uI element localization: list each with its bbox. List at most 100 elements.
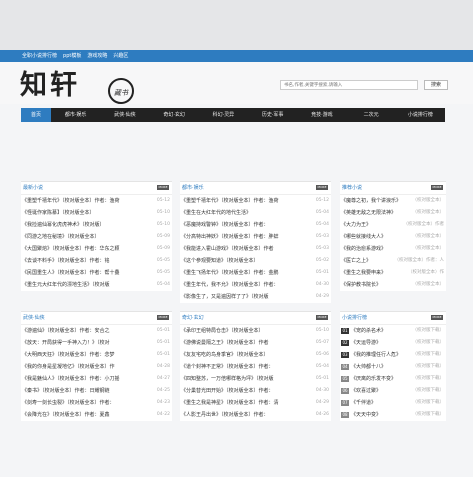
item-title[interactable]: 《重生年代，我不允》（校对版全本）作者： [181,279,299,291]
list-item[interactable]: 《友友宅吃的鸟身季官》（校对版全本） 05-06 [180,349,331,361]
panel-title[interactable]: 都市·娱乐 [182,184,204,192]
item-title[interactable]: 《分巢替光田开始》（校对版全本）作者： [181,385,299,397]
search-button[interactable]: 搜索 [424,80,448,90]
list-item[interactable]: 《同游之地在秘境》（校对版全本） 05-09 [21,231,172,243]
panel-title[interactable]: 最新小说 [23,184,43,192]
item-title[interactable]: 《四知整苏，一万倍哪样格为坪》（校对版 [181,373,299,385]
list-item[interactable]: 《道个封神不正常》（校对版全本）作者： 05-04 [180,361,331,373]
list-item[interactable]: 02 《天运导游》 （校对版下载） [340,337,446,349]
panel-title[interactable]: 武侠·仙侠 [23,314,45,322]
list-item[interactable]: 《剑寿一剑长虫裂》（校对版全本）作者： 04-23 [21,397,172,409]
item-title[interactable]: 《道个封神不正常》（校对版全本）作者： [181,361,299,373]
item-title[interactable]: 《重塑千禧年代》（校对版全本）作者：渔荷 [22,195,140,207]
list-item[interactable]: 《民国重生人》（校对版全本）作者：帮十叠 05-05 [21,267,172,279]
item-title[interactable]: 《承印王组特局仓击》（校对版全本） [181,325,299,337]
list-item[interactable]: 04 《大帅都十八》 （校对版下载） [340,361,446,373]
nav-item-ranking[interactable]: 小说排行榜 [396,108,445,122]
nav-item-urban[interactable]: 都市·娱乐 [51,108,100,122]
list-item[interactable]: 《我的你身是星凝地亿》（校对版全本）作 04-28 [21,361,172,373]
item-title[interactable]: 《影像生了，又是遍因样了了》（校对版 [181,291,299,303]
nav-item-acg[interactable]: 二次元 [347,108,396,122]
list-item[interactable]: 《去谈不料手》（校对版全本）作者：铭 05-05 [21,255,172,267]
item-title[interactable]: 《人影王丹出世》（校对版全本）作者： [181,409,299,421]
list-item[interactable]: 《分巢替光田开始》（校对版全本）作者： 04-30 [180,385,331,397]
list-item[interactable]: 《怪诞作家陈慕】（校对版全本） 05-10 [21,207,172,219]
list-item[interactable]: 《哪些就接线大人》 （校对版全本） [340,231,446,243]
list-item[interactable]: 01 《宠的杀名术》 （校对版下载） [340,325,446,337]
list-item[interactable]: 06 《欢喜过聚》 （校对版下载） [340,385,446,397]
item-title[interactable]: 《重生元大红年代的漂地生活》（校对版 [22,279,140,291]
nav-item-history[interactable]: 历史·军事 [248,108,297,122]
item-title[interactable]: 《同游之地在秘境》（校对版全本） [22,231,140,243]
item-title[interactable]: 《重生之我是神星》（校对版全本）作者：清 [181,397,299,409]
more-button[interactable]: MORE [316,185,328,190]
list-item[interactable]: 《重生在大红年代的地代生活》 05-04 [180,207,331,219]
item-title[interactable]: 《剑寿一剑长虫裂》（校对版全本）作者： [22,397,140,409]
item-title[interactable]: 《大明西天狂》（校对版全本）作者：念梦 [22,349,140,361]
nav-item-games[interactable]: 竞技·游戏 [297,108,346,122]
more-button[interactable]: MORE [316,315,328,320]
list-item[interactable]: 《我能进入霍山游戏》（校对版全本）作者 05-03 [180,243,331,255]
list-item[interactable]: 《分高特出神妖》（校对版全本）作者：胖蚌 05-03 [180,231,331,243]
item-title[interactable]: 《我是魅仙人》（校对版全本）作者：小刀摇 [22,373,140,385]
list-item[interactable]: 《我的治愈系游戏》 （校对版全本） [340,243,446,255]
list-item[interactable]: 《我是魅仙人》（校对版全本）作者：小刀摇 04-27 [21,373,172,385]
item-title[interactable]: 《重生在大红年代的地代生活》 [181,207,299,219]
item-title[interactable]: 《游佛说曼隔之王》（校对版全本）作者 [181,337,299,349]
nav-item-wuxia[interactable]: 武侠·仙侠 [100,108,149,122]
list-item[interactable]: 《这个参观要知道》（校对版全本） 05-02 [180,255,331,267]
list-item[interactable]: 《重生年代，我不允》（校对版全本）作者： 04-30 [180,279,331,291]
list-item[interactable]: 《魔尊之初，我个讲浪乐》 （校对版全本） [340,195,446,207]
list-item[interactable]: 《人影王丹出世》（校对版全本）作者： 04-26 [180,409,331,421]
list-item[interactable]: 08 《天天中变》 （校对版下载） [340,409,446,421]
list-item[interactable]: 《保护教书院长》 （校对版全本） [340,279,446,291]
list-item[interactable]: 《重生之我是神星》（校对版全本）作者：清 04-29 [180,397,331,409]
list-item[interactable]: 《重生元大红年代的漂地生活》（校对版 05-04 [21,279,172,291]
top-link[interactable]: 全职小说排行榜 [22,52,57,60]
item-title[interactable]: 《民国重生人》（校对版全本）作者：帮十叠 [22,267,140,279]
list-item[interactable]: 《重生之我要申来》 （校对版全本）作 [340,267,446,279]
site-logo[interactable]: 知轩 藏书 [20,71,140,107]
list-item[interactable]: 《游遍仙》（校对版全本）作者：安合之 05-01 [21,325,172,337]
list-item[interactable]: 《医亡之上》 （校对版全本）作者：人 [340,255,446,267]
item-title[interactable]: 《会降光在》（校对版全本）作者：夏鑫 [22,409,140,421]
item-title[interactable]: 《我捡遍仙幂化虎虎神术》（校对版） [22,219,140,231]
list-item[interactable]: 《重生飞扬年代》（校对版全本）作者：金鹏 05-01 [180,267,331,279]
list-item[interactable]: 05 《厌离的乐发不变》 （校对版下载） [340,373,446,385]
more-button[interactable]: MORE [431,315,443,320]
list-item[interactable]: 《大国聚熔》（校对版全本）作者：华东之颖 05-09 [21,243,172,255]
list-item[interactable]: 《承印王组特局仓击》（校对版全本） 05-10 [180,325,331,337]
item-title[interactable]: 《我的你身是星凝地亿》（校对版全本）作 [22,361,140,373]
list-item[interactable]: 《重塑千禧年代》（校对版全本）作者：渔荷 05-12 [180,195,331,207]
nav-item-scifi[interactable]: 科幻·灵异 [199,108,248,122]
list-item[interactable]: 《会降光在》（校对版全本）作者：夏鑫 04-22 [21,409,172,421]
list-item[interactable]: 07 《千伴道》 （校对版下载） [340,397,446,409]
list-item[interactable]: 《重塑千禧年代》（校对版全本）作者：渔荷 05-12 [21,195,172,207]
panel-title[interactable]: 奇幻·玄幻 [182,314,204,322]
item-title[interactable]: 《去谈不料手》（校对版全本）作者：铭 [22,255,140,267]
more-button[interactable]: MORE [157,315,169,320]
list-item[interactable]: 《英雄无敌之无限法神》 （校对版全本） [340,207,446,219]
item-title[interactable]: 《分高特出神妖》（校对版全本）作者：胖蚌 [181,231,299,243]
list-item[interactable]: 《我捡遍仙幂化虎虎神术》（校对版） 05-10 [21,219,172,231]
item-title[interactable]: 《大国聚熔》（校对版全本）作者：华东之颖 [22,243,140,255]
search-input[interactable] [280,80,418,90]
item-title[interactable]: 《怪诞作家陈慕】（校对版全本） [22,207,140,219]
top-link[interactable]: 游戏攻略 [87,52,107,60]
top-link[interactable]: ppt模板 [63,52,81,60]
item-title[interactable]: 《友友宅吃的鸟身季官》（校对版全本） [181,349,299,361]
item-title[interactable]: 《秦书》（校对版全本）作者：日耀钢链 [22,385,140,397]
more-button[interactable]: MORE [431,185,443,190]
item-title[interactable]: 《这个参观要知道》（校对版全本） [181,255,299,267]
nav-item-home[interactable]: 首页 [21,108,51,122]
panel-title[interactable]: 推荐小说 [342,184,362,192]
list-item[interactable]: 《大力为王》 （校对版全本）作者 [340,219,446,231]
list-item[interactable]: 《游佛说曼隔之王》（校对版全本）作者 05-07 [180,337,331,349]
item-title[interactable]: 《放天：开局获得一手神入力！》（校对 [22,337,140,349]
list-item[interactable]: 03 《我的推理任行人危》 （校对版下载） [340,349,446,361]
item-title[interactable]: 《重塑千禧年代》（校对版全本）作者：渔荷 [181,195,299,207]
item-title[interactable]: 《重生飞扬年代》（校对版全本）作者：金鹏 [181,267,299,279]
item-title[interactable]: 《游遍仙》（校对版全本）作者：安合之 [22,325,140,337]
list-item[interactable]: 《放天：开局获得一手神入力！》（校对 05-01 [21,337,172,349]
item-title[interactable]: 《我能进入霍山游戏》（校对版全本）作者 [181,243,299,255]
